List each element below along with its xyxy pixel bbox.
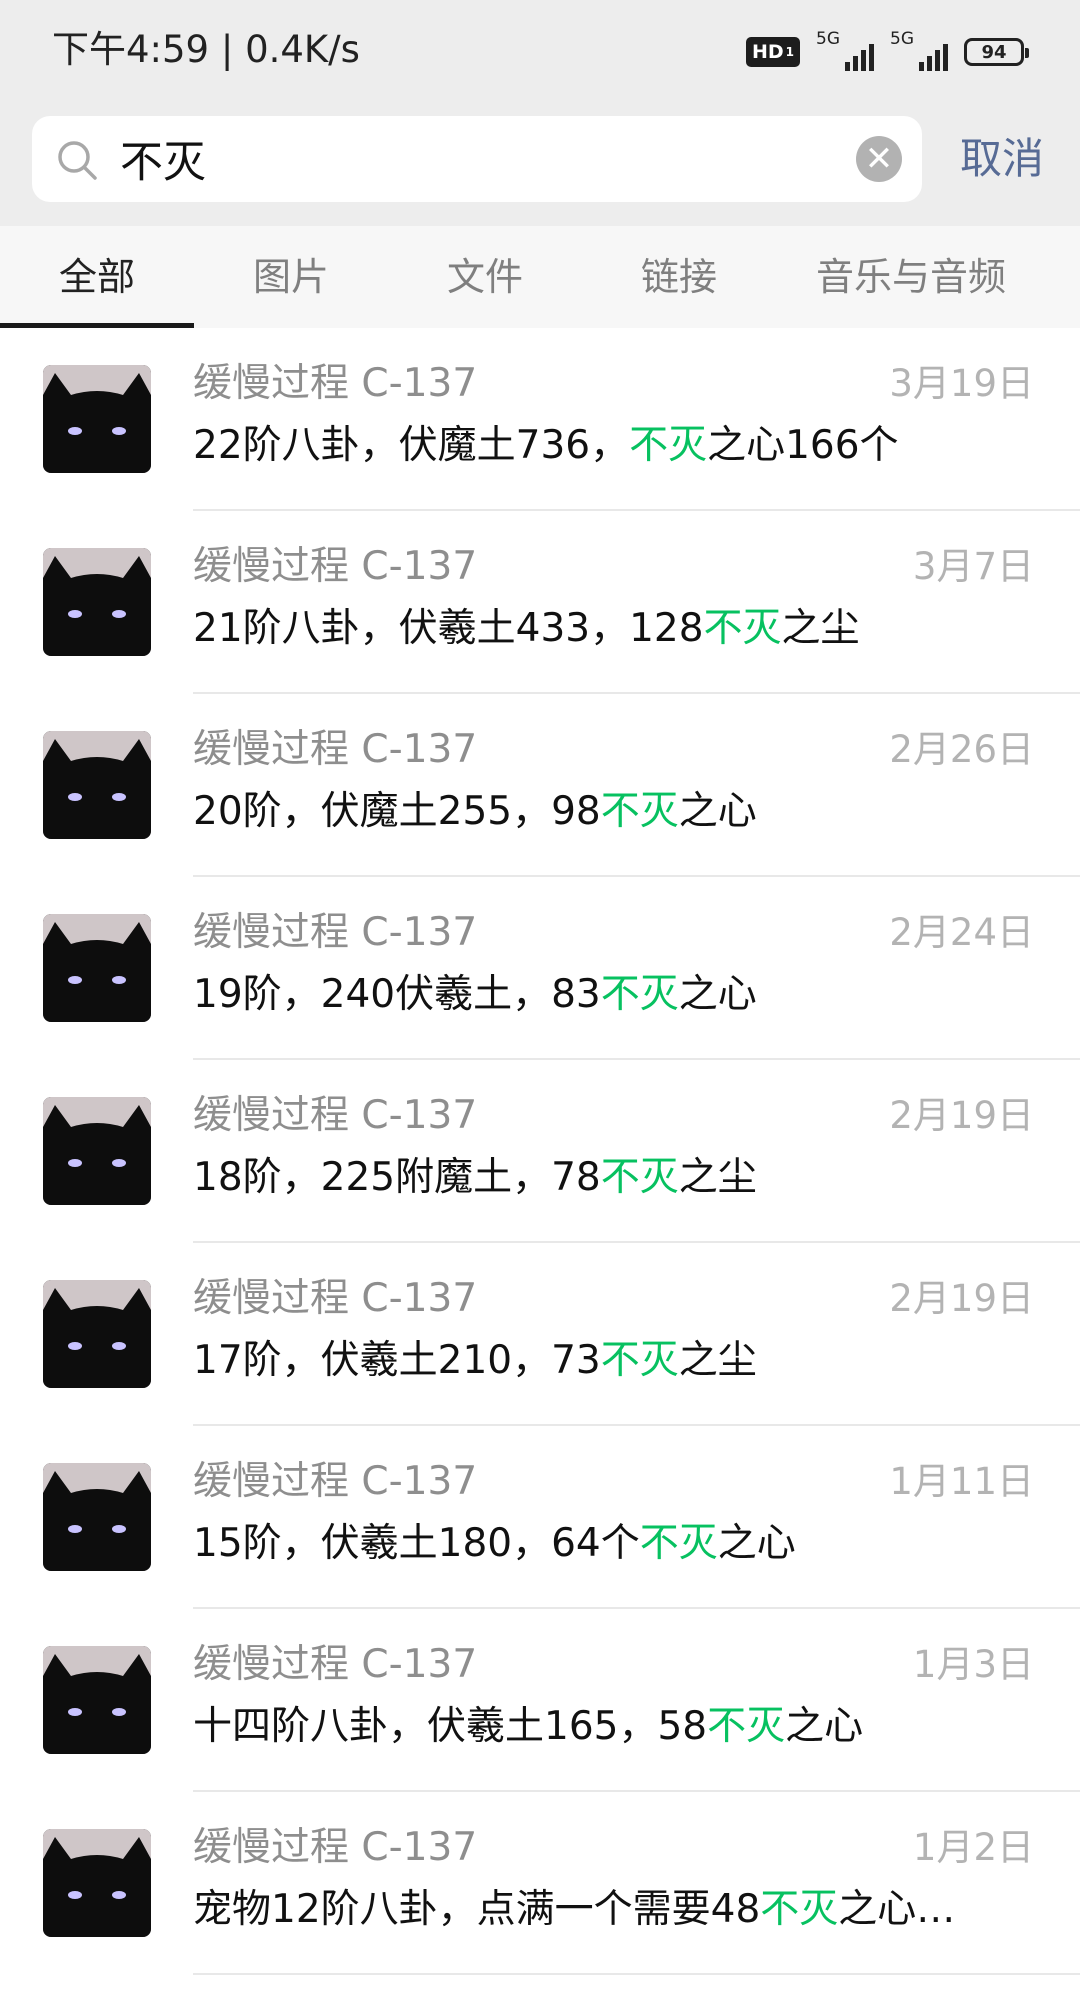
tab-images[interactable]: 图片	[194, 226, 388, 328]
snippet-text-after: 之心	[678, 972, 757, 1017]
avatar	[43, 1646, 151, 1754]
search-result-item[interactable]: 缓慢过程 C-137 1月2日 宠物12阶八卦，点满一个需要48不灭之心…	[0, 1792, 1080, 1975]
search-result-item[interactable]: 缓慢过程 C-137 1月3日 十四阶八卦，伏羲土165，58不灭之心	[0, 1609, 1080, 1792]
sender-name: 缓慢过程 C-137	[193, 1825, 478, 1870]
snippet-text-before: 20阶，伏魔土255，98	[193, 789, 601, 834]
hd-voice-icon: HD 1	[745, 37, 800, 67]
tab-files[interactable]: 文件	[388, 226, 582, 328]
snippet-text-before: 17阶，伏羲土210，73	[193, 1338, 601, 1383]
snippet-text-before: 十四阶八卦，伏羲土165，58	[193, 1704, 708, 1749]
snippet-highlight: 不灭	[600, 972, 679, 1017]
snippet-highlight: 不灭	[600, 1338, 679, 1383]
message-date: 1月2日	[912, 1826, 1034, 1869]
sender-name: 缓慢过程 C-137	[193, 1276, 478, 1321]
message-snippet: 22阶八卦，伏魔土736，不灭之心166个	[193, 422, 899, 470]
sender-name: 缓慢过程 C-137	[193, 727, 478, 772]
status-icons: HD 1 5G 5G 94	[745, 29, 1029, 74]
message-date: 2月24日	[889, 911, 1034, 954]
message-date: 2月19日	[889, 1094, 1034, 1137]
cancel-button[interactable]: 取消	[960, 132, 1044, 186]
snippet-text-before: 19阶，240伏羲土，83	[193, 972, 601, 1017]
snippet-text-before: 22阶八卦，伏魔土736，	[193, 423, 630, 468]
message-snippet: 19阶，240伏羲土，83不灭之心	[193, 971, 757, 1019]
sender-name: 缓慢过程 C-137	[193, 1459, 478, 1504]
search-input[interactable]	[120, 116, 860, 202]
battery-level: 94	[981, 41, 1007, 63]
snippet-text-after: 之心166个	[707, 423, 899, 468]
snippet-text-after: 之尘	[781, 606, 860, 651]
message-snippet: 15阶，伏羲土180，64个不灭之心	[193, 1520, 796, 1568]
snippet-highlight: 不灭	[760, 1887, 839, 1932]
snippet-text-after: 之尘	[678, 1338, 757, 1383]
snippet-text-before: 15阶，伏羲土180，64个	[193, 1521, 640, 1566]
snippet-text-after: 之尘	[678, 1155, 757, 1200]
snippet-text-after: 之心…	[838, 1887, 956, 1932]
avatar	[43, 1280, 151, 1388]
search-result-item[interactable]: 缓慢过程 C-137 3月7日 21阶八卦，伏羲土433，128不灭之尘	[0, 511, 1080, 694]
snippet-text-before: 18阶，225附魔土，78	[193, 1155, 601, 1200]
avatar	[43, 731, 151, 839]
message-snippet: 18阶，225附魔土，78不灭之尘	[193, 1154, 757, 1202]
sender-name: 缓慢过程 C-137	[193, 910, 478, 955]
avatar	[43, 365, 151, 473]
message-date: 2月19日	[889, 1277, 1034, 1320]
sender-name: 缓慢过程 C-137	[193, 1093, 478, 1138]
tab-all[interactable]: 全部	[0, 226, 194, 328]
message-snippet: 20阶，伏魔土255，98不灭之心	[193, 788, 757, 836]
message-date: 3月19日	[889, 362, 1034, 405]
snippet-text-after: 之心	[785, 1704, 864, 1749]
snippet-highlight: 不灭	[629, 423, 708, 468]
sender-name: 缓慢过程 C-137	[193, 1642, 478, 1687]
search-result-item[interactable]: 缓慢过程 C-137 2月19日 17阶，伏羲土210，73不灭之尘	[0, 1243, 1080, 1426]
search-result-item[interactable]: 缓慢过程 C-137 1月11日 15阶，伏羲土180，64个不灭之心	[0, 1426, 1080, 1609]
avatar	[43, 1829, 151, 1937]
message-snippet: 宠物12阶八卦，点满一个需要48不灭之心…	[193, 1886, 955, 1934]
battery-icon: 94	[964, 38, 1029, 66]
avatar	[43, 548, 151, 656]
snippet-highlight: 不灭	[703, 606, 782, 651]
message-snippet: 17阶，伏羲土210，73不灭之尘	[193, 1337, 757, 1385]
sender-name: 缓慢过程 C-137	[193, 544, 478, 589]
hd-label: HD	[751, 41, 784, 63]
status-time-speed: 下午4:59 | 0.4K/s	[52, 28, 360, 71]
search-result-item[interactable]: 缓慢过程 C-137 3月19日 22阶八卦，伏魔土736，不灭之心166个	[0, 328, 1080, 511]
network-type-label-sim2: 5G	[890, 29, 914, 49]
snippet-text-after: 之心	[678, 789, 757, 834]
snippet-text-before: 宠物12阶八卦，点满一个需要48	[193, 1887, 761, 1932]
sender-name: 缓慢过程 C-137	[193, 361, 478, 406]
snippet-highlight: 不灭	[639, 1521, 718, 1566]
signal-icon-sim1: 5G	[816, 29, 874, 71]
snippet-highlight: 不灭	[707, 1704, 786, 1749]
status-bar: 下午4:59 | 0.4K/s HD 1 5G 5G 94	[0, 0, 1080, 104]
search-bar: ✕ 取消	[0, 104, 1080, 226]
hd-sub-label: 1	[785, 45, 794, 59]
message-date: 1月11日	[889, 1460, 1034, 1503]
tab-music-audio[interactable]: 音乐与音频	[776, 226, 1046, 328]
search-box[interactable]: ✕	[32, 116, 922, 202]
divider	[193, 1973, 1080, 1975]
tab-links[interactable]: 链接	[582, 226, 776, 328]
search-result-item[interactable]: 缓慢过程 C-137 2月26日 20阶，伏魔土255，98不灭之心	[0, 694, 1080, 877]
network-type-label-sim1: 5G	[816, 29, 840, 49]
message-date: 1月3日	[912, 1643, 1034, 1686]
search-results-list: 缓慢过程 C-137 3月19日 22阶八卦，伏魔土736，不灭之心166个 缓…	[0, 328, 1080, 1975]
avatar	[43, 1463, 151, 1571]
snippet-text-before: 21阶八卦，伏羲土433，128	[193, 606, 704, 651]
message-snippet: 十四阶八卦，伏羲土165，58不灭之心	[193, 1703, 863, 1751]
search-icon	[58, 141, 97, 180]
snippet-highlight: 不灭	[600, 1155, 679, 1200]
snippet-highlight: 不灭	[600, 789, 679, 834]
snippet-text-after: 之心	[717, 1521, 796, 1566]
avatar	[43, 914, 151, 1022]
search-result-item[interactable]: 缓慢过程 C-137 2月24日 19阶，240伏羲土，83不灭之心	[0, 877, 1080, 1060]
avatar	[43, 1097, 151, 1205]
message-date: 2月26日	[889, 728, 1034, 771]
clear-icon[interactable]: ✕	[856, 136, 902, 182]
signal-icon-sim2: 5G	[890, 29, 948, 71]
message-snippet: 21阶八卦，伏羲土433，128不灭之尘	[193, 605, 860, 653]
filter-tabs: 全部 图片 文件 链接 音乐与音频	[0, 226, 1080, 328]
message-date: 3月7日	[912, 545, 1034, 588]
search-result-item[interactable]: 缓慢过程 C-137 2月19日 18阶，225附魔土，78不灭之尘	[0, 1060, 1080, 1243]
